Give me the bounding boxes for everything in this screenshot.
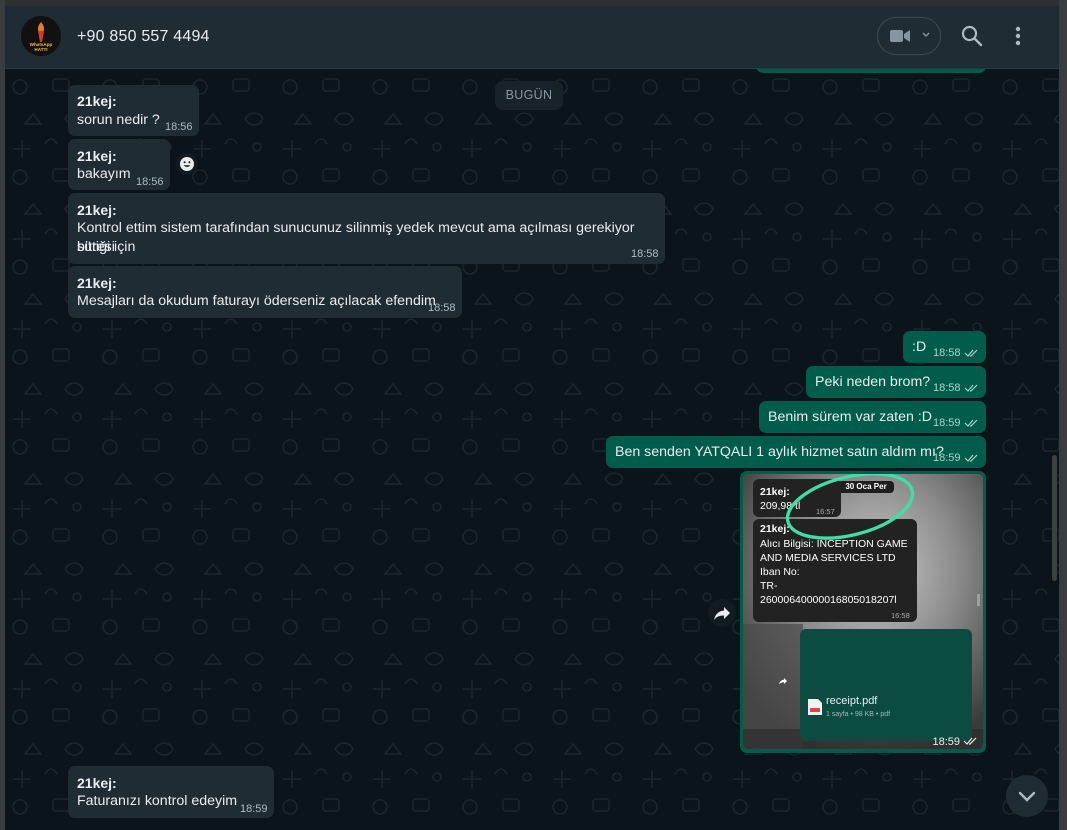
read-receipt-icon	[964, 454, 978, 462]
date-chip: BUGÜN	[495, 81, 563, 110]
smiley-icon	[180, 157, 194, 171]
message-sender: 21kej:	[77, 148, 117, 164]
kebab-menu-icon	[1015, 26, 1021, 46]
message-text: sorun nedir ?	[77, 112, 160, 128]
message-outgoing[interactable]: Benim sürem var zaten :D 18:59	[759, 401, 986, 433]
scroll-to-bottom-button[interactable]	[1006, 775, 1048, 817]
pdf-meta: 1 sayfa • 98 KB • pdf	[826, 711, 891, 718]
message-sender: 21kej:	[77, 275, 117, 291]
chat-header[interactable]: WhatsApp HATTI +90 850 557 4494	[5, 6, 1059, 69]
message-time: 18:58	[631, 248, 659, 260]
message-incoming[interactable]: 21kej: Kontrol ettim sistem tarafından s…	[68, 193, 665, 264]
message-text-line: Kontrol ettim sistem tarafından sunucunu…	[77, 220, 635, 255]
window-frame-right	[1059, 0, 1067, 830]
contact-avatar[interactable]: WhatsApp HATTI	[21, 16, 61, 56]
avatar-text-2: HATTI	[34, 47, 47, 52]
message-sender: 21kej:	[77, 775, 117, 791]
forward-arrow-icon	[714, 607, 730, 620]
chevron-down-icon	[922, 32, 930, 37]
message-outgoing[interactable]: :D 18:58	[903, 331, 986, 363]
message-time: 18:58	[428, 302, 456, 314]
contact-name[interactable]: +90 850 557 4494	[77, 28, 210, 46]
message-time: 18:58	[933, 382, 961, 394]
read-receipt-icon	[964, 419, 978, 427]
message-sender: 21kej:	[77, 202, 117, 218]
read-receipt-icon	[964, 349, 978, 357]
chat-scrollbar[interactable]	[1052, 455, 1057, 581]
message-text: Ben senden YATQALI 1 aylık hizmet satın …	[615, 444, 944, 460]
search-button[interactable]	[961, 25, 983, 52]
pdf-file-icon	[808, 699, 822, 715]
forward-button[interactable]	[708, 599, 736, 627]
message-text: bakayım	[77, 166, 131, 182]
message-outgoing[interactable]: Peki neden brom? 18:58	[806, 366, 986, 398]
read-receipt-icon	[964, 384, 978, 392]
message-text: Peki neden brom?	[815, 374, 931, 390]
message-sender: 21kej:	[77, 93, 117, 109]
message-text: Faturanızı kontrol edeyim	[77, 793, 238, 809]
chat-panel[interactable]: BUGÜN 21kej: sorun nedir ? 18:56 21kej: …	[5, 69, 1059, 830]
message-incoming[interactable]: 21kej: Mesajları da okudum faturayı öder…	[68, 266, 462, 318]
message-time: 18:56	[165, 121, 193, 133]
screenshot-forward-icon	[779, 678, 787, 685]
message-time: 18:59	[933, 452, 961, 464]
message-incoming[interactable]: 21kej: Faturanızı kontrol edeyim 18:59	[68, 766, 274, 818]
screenshot-scroll-track	[977, 594, 980, 606]
video-call-button[interactable]	[877, 17, 941, 55]
avatar-logo-icon: WhatsApp HATTI	[21, 16, 61, 56]
message-outgoing-partial[interactable]	[756, 69, 986, 73]
read-receipt-icon	[963, 737, 977, 745]
message-text: :D	[912, 339, 927, 355]
message-incoming[interactable]: 21kej: bakayım 18:56	[68, 139, 170, 190]
message-outgoing-image[interactable]: 30 Oca Per 21kej: 209,98 tl 16:57 21kej:…	[740, 471, 986, 753]
message-time: 18:58	[933, 347, 961, 359]
message-time: 18:56	[136, 176, 164, 188]
message-time: 18:59	[933, 417, 961, 429]
pdf-filename: receipt.pdf	[826, 695, 878, 707]
message-incoming[interactable]: 21kej: sorun nedir ? 18:56	[68, 85, 199, 136]
search-icon	[961, 25, 983, 47]
message-outgoing[interactable]: Ben senden YATQALI 1 aylık hizmet satın …	[606, 436, 986, 468]
whatsapp-window: WhatsApp HATTI +90 850 557 4494 BUGÜN 21…	[0, 0, 1067, 830]
message-text: Benim sürem var zaten :D	[768, 409, 933, 425]
screenshot-pdf-card: receipt.pdf 1 sayfa • 98 KB • pdf	[800, 629, 972, 741]
message-time: 18:59	[932, 736, 960, 748]
video-camera-icon	[890, 30, 910, 42]
chevron-down-icon	[1018, 791, 1036, 802]
message-text: Mesajları da okudum faturayı öderseniz a…	[77, 293, 436, 309]
reaction-button[interactable]	[176, 153, 198, 175]
message-time: 18:59	[240, 803, 268, 815]
message-text-line: bittiği için	[77, 239, 136, 255]
screenshot-image[interactable]: 30 Oca Per 21kej: 209,98 tl 16:57 21kej:…	[743, 474, 983, 749]
menu-button[interactable]	[1015, 26, 1021, 51]
